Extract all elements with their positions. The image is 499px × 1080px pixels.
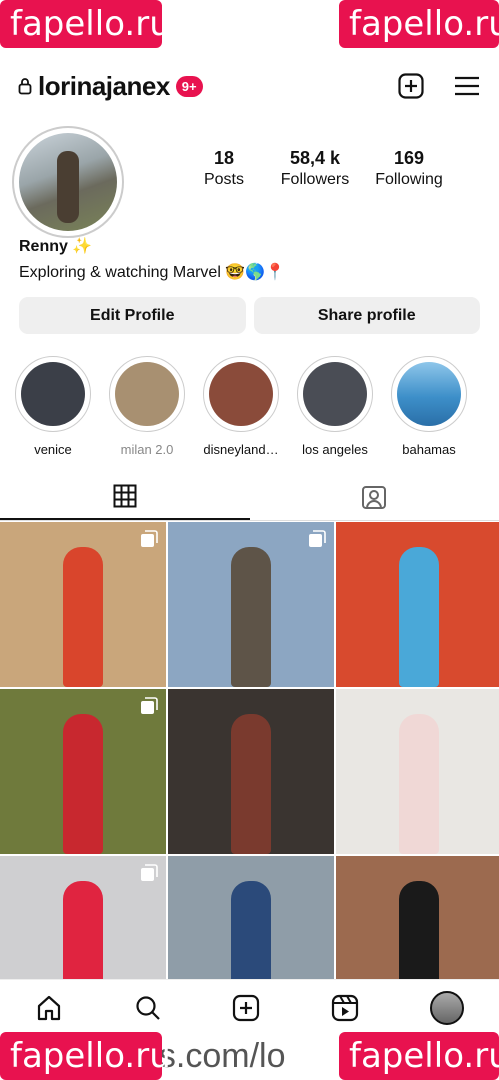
- profile-avatar-nav[interactable]: [429, 991, 464, 1025]
- watermark-url: ns.com/lo: [140, 1037, 286, 1075]
- profile-tabs: [0, 474, 499, 521]
- highlight-cover: [21, 362, 85, 426]
- hamburger-icon: [455, 76, 479, 96]
- menu-button[interactable]: [453, 72, 481, 100]
- profile-summary: 18 Posts 58,4 k Followers 169 Following: [12, 124, 487, 238]
- highlight-cover: [115, 362, 179, 426]
- tab-tagged[interactable]: [250, 474, 499, 520]
- tagged-person-icon: [362, 486, 387, 509]
- highlight-label: milan 2.0: [120, 442, 174, 457]
- post-figure: [398, 714, 439, 854]
- watermark-bottom-right: fapello.ru: [339, 1032, 499, 1080]
- profile-actions: Edit Profile Share profile: [19, 297, 480, 334]
- stat-following[interactable]: 169 Following: [364, 148, 454, 189]
- highlight-label: los angeles: [302, 442, 368, 457]
- profile-avatar[interactable]: [12, 126, 124, 238]
- stat-following-count: 169: [393, 148, 425, 168]
- post-thumbnail[interactable]: [0, 522, 166, 687]
- post-thumbnail[interactable]: [168, 689, 334, 854]
- avatar-image: [19, 133, 117, 231]
- stat-followers-label: Followers: [280, 171, 350, 188]
- post-figure: [63, 547, 103, 687]
- post-thumbnail[interactable]: [168, 522, 334, 687]
- highlight-item[interactable]: bahamas: [390, 356, 468, 457]
- highlight-ring: [109, 356, 185, 432]
- bio-text: Exploring & watching Marvel 🤓🌎📍: [19, 264, 286, 281]
- lock-icon: [18, 78, 32, 95]
- highlight-item[interactable]: los angeles: [296, 356, 374, 457]
- highlight-item[interactable]: disneyland…: [202, 356, 280, 457]
- post-thumbnail[interactable]: [0, 689, 166, 854]
- multi-post-icon: [141, 864, 158, 881]
- stat-posts-label: Posts: [203, 171, 244, 188]
- stat-posts-count: 18: [213, 148, 235, 168]
- create-post-button[interactable]: [397, 72, 425, 100]
- stat-followers[interactable]: 58,4 k Followers: [270, 148, 360, 189]
- multi-post-icon: [309, 530, 326, 547]
- display-name: Renny ✨: [19, 238, 93, 255]
- highlight-ring: [391, 356, 467, 432]
- multi-post-icon: [141, 697, 158, 714]
- highlight-item[interactable]: milan 2.0: [108, 356, 186, 457]
- watermark-bottom-left: fapello.ru: [0, 1032, 171, 1080]
- stat-posts[interactable]: 18 Posts: [184, 148, 264, 189]
- post-figure: [398, 547, 439, 687]
- highlight-cover: [397, 362, 461, 426]
- plus-square-icon: [398, 73, 424, 99]
- story-highlights: venice milan 2.0 disneyland… los angeles…: [14, 356, 468, 457]
- stat-followers-count: 58,4 k: [289, 148, 341, 168]
- highlight-cover: [303, 362, 367, 426]
- posts-grid: [0, 522, 499, 1021]
- highlight-ring: [297, 356, 373, 432]
- notification-badge: 9+: [175, 75, 203, 97]
- bottom-nav: [0, 979, 499, 1036]
- highlight-item[interactable]: venice: [14, 356, 92, 457]
- highlight-ring: [203, 356, 279, 432]
- post-figure: [63, 714, 103, 854]
- grid-icon: [113, 484, 137, 508]
- post-figure: [231, 547, 271, 687]
- highlight-label: disneyland…: [203, 442, 279, 457]
- reels-icon[interactable]: [331, 994, 359, 1022]
- highlight-cover: [209, 362, 273, 426]
- profile-header: lorinajanex 9+: [18, 66, 481, 106]
- watermark-top-right: fapello.ru: [339, 0, 499, 48]
- stat-following-label: Following: [375, 171, 443, 188]
- username[interactable]: lorinajanex: [38, 71, 170, 102]
- highlight-label: venice: [34, 442, 72, 457]
- post-thumbnail[interactable]: [336, 522, 499, 687]
- search-icon[interactable]: [134, 994, 162, 1022]
- post-thumbnail[interactable]: [336, 689, 499, 854]
- multi-post-icon: [141, 530, 158, 547]
- post-figure: [231, 714, 271, 854]
- watermark-top-left: fapello.ru: [0, 0, 171, 48]
- profile-stats: 18 Posts 58,4 k Followers 169 Following: [182, 148, 487, 189]
- highlight-ring: [15, 356, 91, 432]
- edit-profile-button[interactable]: Edit Profile: [19, 297, 246, 334]
- profile-bio: Renny ✨ Exploring & watching Marvel 🤓🌎📍: [19, 236, 285, 282]
- tab-posts-grid[interactable]: [0, 474, 250, 520]
- create-icon[interactable]: [232, 994, 260, 1022]
- highlight-label: bahamas: [402, 442, 456, 457]
- share-profile-button[interactable]: Share profile: [253, 297, 480, 334]
- home-icon[interactable]: [35, 994, 63, 1022]
